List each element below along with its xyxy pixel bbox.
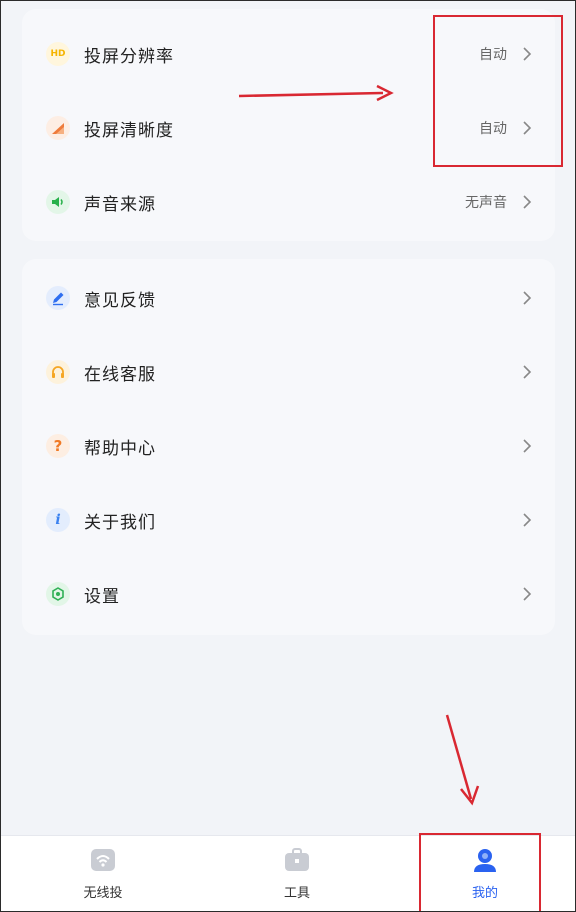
settings-icon (46, 582, 70, 606)
audio-source-label: 声音来源 (84, 194, 156, 215)
help-center-label: 帮助中心 (84, 438, 156, 459)
audio-source-value: 无声音 (465, 195, 507, 211)
speaker-icon (46, 190, 70, 214)
settings-label: 设置 (84, 586, 120, 607)
row-settings[interactable]: 设置 (22, 557, 555, 631)
online-service-label: 在线客服 (84, 364, 156, 385)
hd-icon-text: HD (50, 49, 66, 59)
screen-frame: HD 投屏分辨率 自动 投屏清晰度 自动 声音来源 无声音 意见反馈 在线客服 … (0, 0, 576, 912)
tab-label: 无线投 (83, 886, 123, 901)
row-feedback[interactable]: 意见反馈 (22, 261, 555, 335)
clarity-icon (46, 116, 70, 140)
pen-icon (46, 286, 70, 310)
toolbox-icon (283, 847, 311, 877)
row-about-us[interactable]: i 关于我们 (22, 483, 555, 557)
annotation-arrow-down (445, 714, 480, 806)
info-icon: i (46, 508, 70, 532)
tab-label: 工具 (283, 886, 310, 901)
chevron-right-icon (519, 512, 535, 528)
hd-icon: HD (46, 42, 70, 66)
row-help-center[interactable]: ? 帮助中心 (22, 409, 555, 483)
question-icon: ? (46, 434, 70, 458)
wifi-cast-icon (89, 847, 117, 877)
feedback-label: 意见反馈 (84, 290, 156, 311)
tab-wireless-cast[interactable]: 无线投 (13, 836, 193, 911)
annotation-arrow-right (238, 84, 394, 102)
row-online-service[interactable]: 在线客服 (22, 335, 555, 409)
chevron-right-icon (519, 290, 535, 306)
about-us-label: 关于我们 (84, 512, 156, 533)
chevron-right-icon (519, 438, 535, 454)
support-card: 意见反馈 在线客服 ? 帮助中心 i 关于我们 设置 (22, 259, 555, 635)
annotation-box-values (433, 15, 563, 167)
row-audio-source[interactable]: 声音来源 无声音 (22, 165, 555, 239)
info-icon-text: i (55, 512, 61, 528)
tab-tools[interactable]: 工具 (207, 836, 387, 911)
chevron-right-icon (519, 586, 535, 602)
chevron-right-icon (519, 194, 535, 210)
question-icon-text: ? (53, 437, 63, 455)
resolution-label: 投屏分辨率 (84, 46, 174, 67)
annotation-box-mine-tab (419, 833, 541, 911)
clarity-label: 投屏清晰度 (84, 120, 174, 141)
headset-icon (46, 360, 70, 384)
chevron-right-icon (519, 364, 535, 380)
